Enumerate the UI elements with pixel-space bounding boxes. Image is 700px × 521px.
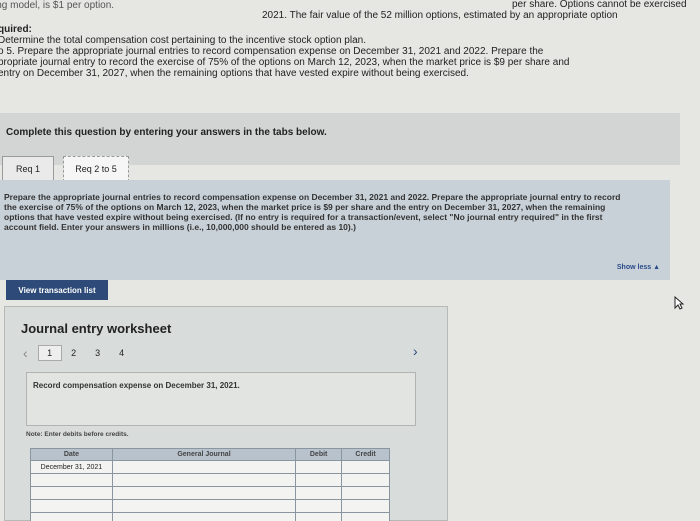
tab-req-1[interactable]: Req 1: [2, 156, 54, 182]
page-2[interactable]: 2: [62, 345, 86, 361]
header-left-text: ing model, is $1 per option.: [0, 0, 115, 11]
complete-question-text: Complete this question by entering your …: [6, 127, 327, 138]
date-header: Date: [30, 448, 113, 461]
chevron-left-icon[interactable]: ‹: [23, 345, 28, 361]
account-cell[interactable]: [111, 512, 297, 521]
table-row: [30, 512, 390, 521]
credit-cell[interactable]: [341, 473, 390, 487]
debit-cell[interactable]: [295, 486, 343, 500]
account-header: General Journal: [111, 448, 297, 461]
intro-line-4: entry on December 31, 2027, when the rem…: [0, 68, 469, 79]
page-1[interactable]: 1: [37, 345, 62, 361]
credit-cell[interactable]: [341, 486, 390, 500]
intro-line-2: o 5. Prepare the appropriate journal ent…: [0, 46, 544, 57]
cursor-icon: [674, 296, 684, 310]
entry-description-box: Record compensation expense on December …: [26, 372, 416, 426]
debit-cell[interactable]: [295, 460, 343, 474]
journal-table: Date General Journal Debit Credit Decemb…: [30, 448, 390, 521]
entry-description: Record compensation expense on December …: [33, 381, 240, 390]
account-cell[interactable]: [111, 486, 297, 500]
page-3[interactable]: 3: [86, 345, 110, 361]
debit-cell[interactable]: [295, 512, 343, 521]
debit-cell[interactable]: [295, 473, 343, 487]
instructions-panel: Prepare the appropriate journal entries …: [0, 180, 670, 280]
chevron-right-icon[interactable]: ›: [413, 343, 418, 359]
credit-header: Credit: [341, 448, 390, 461]
worksheet-title: Journal entry worksheet: [21, 321, 172, 336]
debits-note: Note: Enter debits before credits.: [26, 431, 129, 438]
credit-cell[interactable]: [341, 460, 390, 474]
table-row: [30, 486, 390, 500]
header-right-text-2: 2021. The fair value of the 52 million o…: [262, 10, 618, 21]
date-cell[interactable]: December 31, 2021: [30, 460, 113, 474]
required-label: quired:: [0, 24, 32, 35]
date-cell[interactable]: [30, 512, 113, 521]
header-right-text-1: per share. Options cannot be exercised: [512, 0, 687, 10]
intro-line-3: propriate journal entry to record the ex…: [0, 57, 570, 68]
date-cell[interactable]: [30, 499, 113, 513]
credit-cell[interactable]: [341, 512, 390, 521]
account-cell[interactable]: [111, 460, 297, 474]
show-less-link[interactable]: Show less ▲: [617, 264, 660, 271]
debit-header: Debit: [295, 448, 343, 461]
table-row: [30, 473, 390, 487]
worksheet-pager: ‹ 1 2 3 4: [23, 345, 134, 361]
intro-line-1: Determine the total compensation cost pe…: [0, 35, 366, 46]
date-cell[interactable]: [30, 473, 113, 487]
date-cell[interactable]: [30, 486, 113, 500]
account-cell[interactable]: [111, 499, 297, 513]
view-transaction-list-button[interactable]: View transaction list: [6, 280, 108, 300]
instructions-text: Prepare the appropriate journal entries …: [4, 192, 621, 232]
table-row: [30, 499, 390, 513]
debit-cell[interactable]: [295, 499, 343, 513]
page-4[interactable]: 4: [110, 345, 134, 361]
table-row: December 31, 2021: [30, 460, 390, 474]
tab-req-2-to-5[interactable]: Req 2 to 5: [63, 156, 129, 182]
credit-cell[interactable]: [341, 499, 390, 513]
account-cell[interactable]: [111, 473, 297, 487]
